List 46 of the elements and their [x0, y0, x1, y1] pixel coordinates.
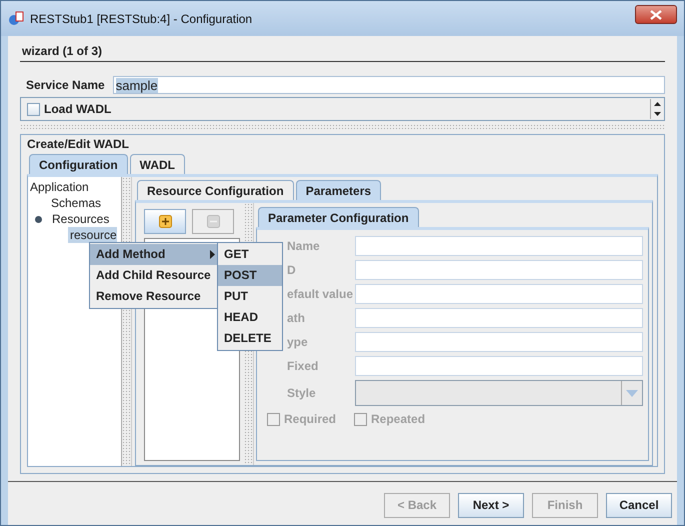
menu-item[interactable]: GET: [218, 244, 282, 265]
checkbox-label: Repeated: [371, 412, 426, 426]
field-label: Style: [286, 386, 317, 400]
expand-handle-icon[interactable]: [35, 216, 42, 222]
wizard-step-title: wizard (1 of 3): [20, 44, 665, 62]
service-name-label: Service Name: [26, 78, 105, 92]
remove-button[interactable]: [192, 209, 234, 234]
close-button[interactable]: [635, 5, 677, 24]
field-label: Name: [286, 239, 321, 253]
menu-item[interactable]: Add Child Resource: [90, 265, 218, 286]
menu-item[interactable]: PUT: [218, 286, 282, 307]
load-wadl-label: Load WADL: [44, 102, 112, 116]
service-name-field[interactable]: sample: [112, 76, 665, 94]
close-icon: [650, 10, 662, 20]
field-label: efault value: [286, 287, 354, 301]
tree-item[interactable]: resource: [68, 227, 117, 243]
tab[interactable]: WADL: [130, 154, 185, 174]
menu-item[interactable]: DELETE: [218, 328, 282, 349]
tab[interactable]: Resource Configuration: [137, 180, 294, 200]
menu-item[interactable]: Add Method: [90, 244, 218, 265]
spinner-control[interactable]: [650, 99, 664, 119]
add-button[interactable]: [144, 209, 186, 234]
tree-item[interactable]: Resources: [50, 211, 110, 227]
menu-item[interactable]: Remove Resource: [90, 286, 218, 307]
menu-item[interactable]: HEAD: [218, 307, 282, 328]
field-label: Fixed: [286, 359, 320, 373]
checkbox-label: Required: [284, 412, 336, 426]
tab[interactable]: Parameter Configuration: [258, 207, 419, 227]
minus-icon: [206, 215, 220, 228]
section-title: Create/Edit WADL: [27, 137, 130, 151]
wizard-button[interactable]: Next >: [458, 492, 524, 518]
window-title: RESTStub1 [RESTStub:4] - Configuration: [30, 12, 254, 26]
menu-item[interactable]: POST: [218, 265, 282, 286]
plus-icon: [158, 215, 172, 228]
wizard-button[interactable]: Cancel: [606, 492, 672, 518]
tree-item[interactable]: Schemas: [49, 195, 102, 211]
tab[interactable]: Configuration: [29, 154, 128, 174]
tree-item[interactable]: Application: [28, 179, 89, 195]
load-wadl-checkbox[interactable]: [27, 102, 40, 116]
field-label: ath: [286, 311, 306, 325]
tab[interactable]: Parameters: [296, 180, 382, 200]
app-icon: [8, 10, 24, 26]
down-arrow-icon: [654, 112, 661, 116]
up-arrow-icon: [654, 102, 661, 106]
field-label: D: [286, 263, 297, 277]
dropdown-arrow-icon: [626, 390, 638, 396]
